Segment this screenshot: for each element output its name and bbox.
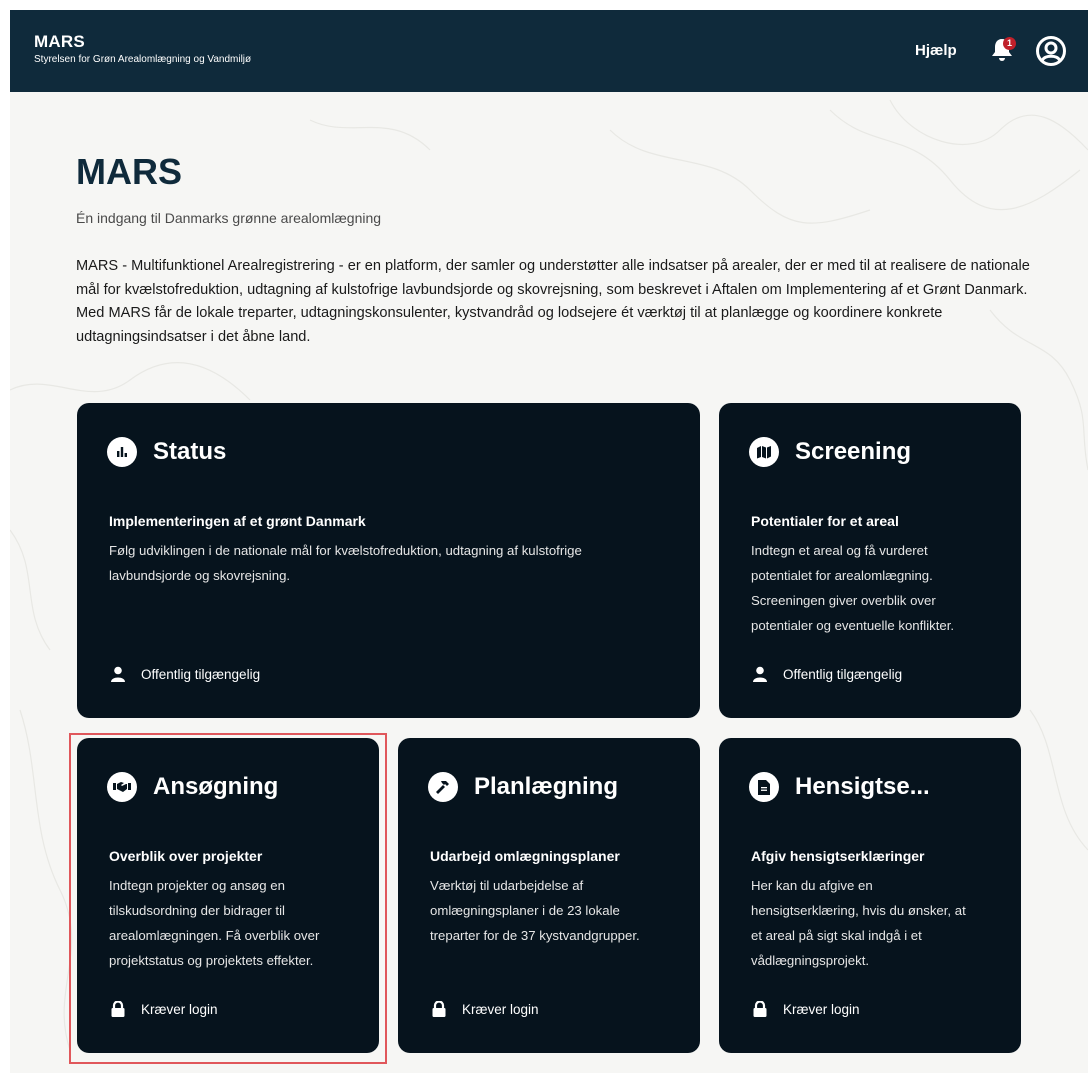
card-title: Hensigtse... — [795, 773, 930, 800]
card-subtitle: Potentialer for et areal — [751, 513, 899, 529]
card-access: Kræver login — [111, 1001, 218, 1017]
card-access: Offentlig tilgængelig — [111, 666, 260, 682]
map-icon — [749, 437, 779, 467]
card-title: Planlægning — [474, 773, 618, 800]
card-title: Ansøgning — [153, 773, 279, 800]
card-screening[interactable]: Screening Potentialer for et areal Indte… — [719, 403, 1021, 718]
card-description: Indtegn et areal og få vurderet potentia… — [751, 543, 955, 633]
help-link[interactable]: Hjælp — [915, 42, 957, 59]
user-circle-icon — [1036, 36, 1066, 66]
user-icon — [111, 666, 125, 682]
access-label: Offentlig tilgængelig — [141, 666, 261, 682]
page: MARS Styrelsen for Grøn Arealomlægning o… — [10, 10, 1088, 1073]
card-description: Indtegn projekter og ansøg en tilskudsor… — [109, 878, 320, 968]
page-subtitle: Én indgang til Danmarks grønne arealomlæ… — [76, 210, 382, 226]
brand[interactable]: MARS Styrelsen for Grøn Arealomlægning o… — [34, 32, 251, 67]
account-button[interactable] — [1035, 35, 1067, 67]
access-label: Offentlig tilgængelig — [783, 666, 903, 682]
page-description: MARS - Multifunktionel Arealregistrering… — [76, 258, 1030, 345]
card-subtitle: Overblik over projekter — [109, 848, 263, 864]
card-description: Her kan du afgive en hensigtserklæring, … — [751, 878, 966, 968]
card-hensigtserklaering[interactable]: Hensigtse... Afgiv hensigtserklæringer H… — [719, 738, 1021, 1053]
notification-count-badge: 1 — [1003, 37, 1016, 50]
hammer-icon — [428, 772, 458, 802]
card-access: Kræver login — [432, 1001, 539, 1017]
app-name: MARS — [34, 32, 85, 51]
card-access: Kræver login — [753, 1001, 860, 1017]
card-description: Værktøj til udarbejdelse af omlægningspl… — [430, 878, 640, 943]
access-label: Kræver login — [141, 1001, 218, 1017]
user-icon — [753, 666, 767, 682]
card-title: Status — [153, 438, 227, 465]
access-label: Kræver login — [462, 1001, 539, 1017]
notifications-button[interactable]: 1 — [990, 37, 1016, 65]
top-navigation-bar: MARS Styrelsen for Grøn Arealomlægning o… — [10, 10, 1088, 92]
lock-icon — [432, 1001, 446, 1017]
card-status[interactable]: Status Implementeringen af et grønt Danm… — [77, 403, 700, 718]
lock-icon — [753, 1001, 767, 1017]
handshake-icon — [107, 772, 137, 802]
document-icon — [749, 772, 779, 802]
agency-name: Styrelsen for Grøn Arealomlægning og Van… — [34, 54, 252, 65]
lock-icon — [111, 1001, 125, 1017]
card-subtitle: Afgiv hensigtserklæringer — [751, 848, 925, 864]
card-description: Følg udviklingen i de nationale mål for … — [109, 543, 582, 583]
card-access: Offentlig tilgængelig — [753, 666, 902, 682]
card-subtitle: Implementeringen af et grønt Danmark — [109, 513, 366, 529]
card-title: Screening — [795, 438, 912, 465]
card-planlaegning[interactable]: Planlægning Udarbejd omlægningsplaner Væ… — [398, 738, 700, 1053]
access-label: Kræver login — [783, 1001, 860, 1017]
page-title: MARS — [76, 151, 182, 192]
card-ansoegning[interactable]: Ansøgning Overblik over projekter Indteg… — [77, 738, 379, 1053]
card-subtitle: Udarbejd omlægningsplaner — [430, 848, 620, 864]
bar-chart-icon — [107, 437, 137, 467]
